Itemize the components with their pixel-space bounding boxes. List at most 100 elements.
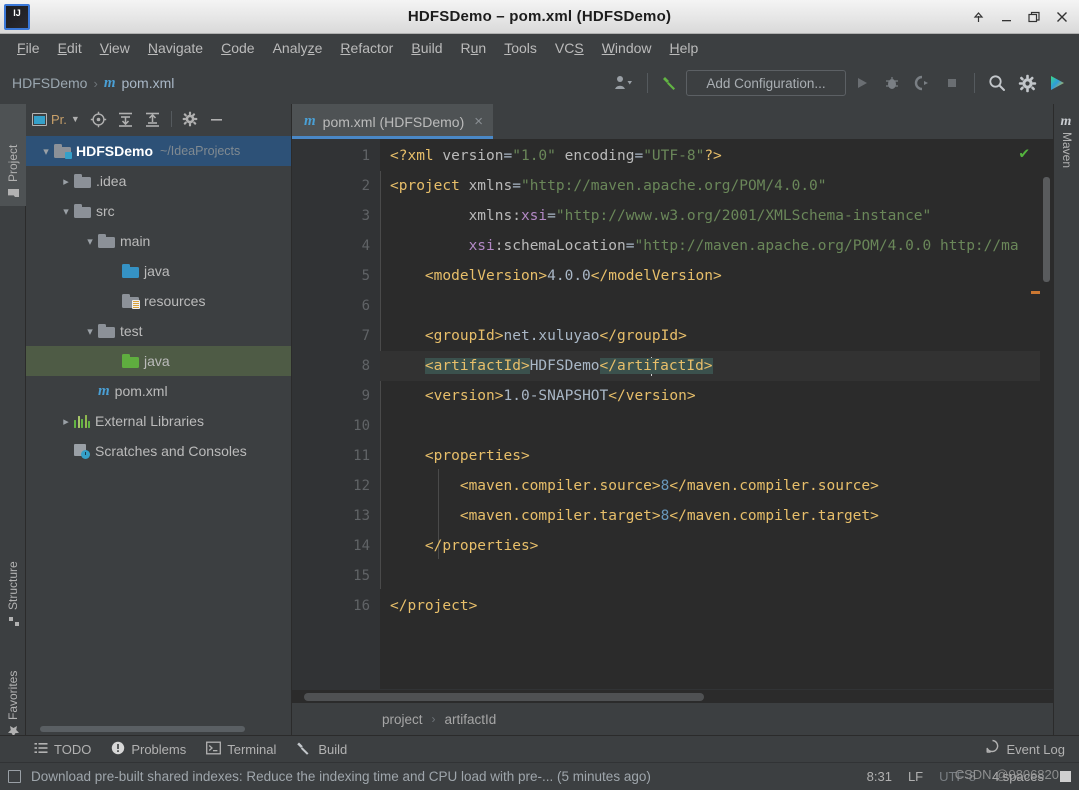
close-icon[interactable]: × <box>474 113 483 130</box>
sidebar-item-maven[interactable]: m Maven <box>1054 108 1079 200</box>
run-icon[interactable] <box>848 69 876 97</box>
toolbar-divider <box>647 73 648 93</box>
tree-label: java <box>144 263 170 279</box>
status-message[interactable]: Download pre-built shared indexes: Reduc… <box>31 769 651 784</box>
add-configuration-button[interactable]: Add Configuration... <box>686 70 846 96</box>
tree-item-idea[interactable]: ▸ .idea <box>26 166 291 196</box>
event-log-button[interactable]: Event Log <box>985 739 1065 759</box>
search-everywhere-icon[interactable] <box>983 69 1011 97</box>
scroll-from-source-icon[interactable] <box>87 107 111 131</box>
collapse-icon[interactable] <box>965 4 991 30</box>
tree-item-test[interactable]: ▾ test <box>26 316 291 346</box>
run-with-coverage-icon[interactable] <box>908 69 936 97</box>
menu-analyze[interactable]: Analyze <box>264 38 332 58</box>
error-stripe-marker[interactable] <box>1031 291 1040 294</box>
inspection-status-icon[interactable]: ✔ <box>1019 145 1029 161</box>
tree-item-hdfsdemo[interactable]: ▾ HDFSDemo ~/IdeaProjects <box>26 136 291 166</box>
menu-vcs[interactable]: VCS <box>546 38 593 58</box>
chevron-down-icon[interactable]: ▼ <box>71 114 80 124</box>
bottom-item-problems[interactable]: Problems <box>111 741 186 758</box>
unlocked-icon[interactable] <box>1060 771 1071 782</box>
chevron-right-icon[interactable]: ▸ <box>58 415 74 428</box>
minimize-icon[interactable] <box>993 4 1019 30</box>
status-indexes-icon[interactable] <box>8 770 21 783</box>
menu-code[interactable]: Code <box>212 38 263 58</box>
editor-tab-pom-xml[interactable]: m pom.xml (HDFSDemo) × <box>292 104 494 139</box>
chevron-down-icon[interactable]: ▾ <box>38 145 54 158</box>
chevron-down-icon[interactable]: ▾ <box>58 205 74 218</box>
sidebar-item-structure[interactable]: Structure <box>0 524 26 634</box>
bottom-item-todo[interactable]: TODO <box>34 741 91 758</box>
menu-run[interactable]: Run <box>452 38 496 58</box>
tree-item-test-java[interactable]: java <box>26 346 291 376</box>
expand-all-icon[interactable] <box>114 107 138 131</box>
user-dropdown-icon[interactable] <box>611 69 639 97</box>
bottom-item-build[interactable]: Build <box>296 740 347 759</box>
project-tree-horizontal-scrollbar[interactable] <box>26 722 291 735</box>
editor-horizontal-scrollbar[interactable] <box>292 689 1053 703</box>
menu-window[interactable]: Window <box>593 38 661 58</box>
project-panel-title[interactable]: Pr. ▼ <box>32 112 84 127</box>
navigation-breadcrumb: HDFSDemo › m pom.xml <box>0 75 174 92</box>
menu-help[interactable]: Help <box>661 38 708 58</box>
chevron-down-icon[interactable]: ▾ <box>82 325 98 338</box>
editor-gutter[interactable]: 1 2 3 4 5 6 7 8 9 10 11 12 13 14 15 16 <box>292 139 380 689</box>
build-hammer-icon <box>296 740 312 759</box>
project-tree[interactable]: ▾ HDFSDemo ~/IdeaProjects ▸ .idea ▾ src <box>26 134 291 722</box>
debug-icon[interactable] <box>878 69 906 97</box>
tree-item-src[interactable]: ▾ src <box>26 196 291 226</box>
code-text[interactable]: <?xml version = "1.0" encoding = "UTF-8" ?> <… <box>380 139 1053 689</box>
settings-gear-icon[interactable] <box>178 107 202 131</box>
caret-position[interactable]: 8:31 <box>867 769 892 784</box>
bottom-item-terminal[interactable]: Terminal <box>206 741 276 758</box>
close-icon[interactable] <box>1049 4 1075 30</box>
menu-navigate[interactable]: Navigate <box>139 38 212 58</box>
line-number: 6 <box>361 298 370 314</box>
sidebar-item-favorites[interactable]: Favorites <box>0 636 26 744</box>
tree-item-main[interactable]: ▾ main <box>26 226 291 256</box>
ide-features-trainer-icon[interactable] <box>1043 69 1071 97</box>
breadcrumb-file[interactable]: pom.xml <box>121 75 174 91</box>
structure-icon <box>7 615 20 628</box>
main-toolbar: HDFSDemo › m pom.xml Add Configuration..… <box>0 62 1079 104</box>
breadcrumb-project-element[interactable]: project <box>382 712 423 727</box>
event-log-icon <box>985 739 1000 759</box>
hide-panel-icon[interactable] <box>205 107 229 131</box>
menu-file[interactable]: File <box>8 38 49 58</box>
sidebar-item-project[interactable]: Project <box>0 104 26 206</box>
code-line-3: xmlns: xsi = "http://www.w3.org/2001/XMLSch… <box>390 208 932 224</box>
tree-item-pom-xml[interactable]: m pom.xml <box>26 376 291 406</box>
build-hammer-icon[interactable] <box>656 69 684 97</box>
stop-icon[interactable] <box>938 69 966 97</box>
breadcrumb-project[interactable]: HDFSDemo <box>12 75 87 91</box>
tree-item-external-libraries[interactable]: ▸ External Libraries <box>26 406 291 436</box>
line-number: 5 <box>361 268 370 284</box>
line-number: 2 <box>361 178 370 194</box>
restore-icon[interactable] <box>1021 4 1047 30</box>
menu-bar: File Edit View Navigate Code Analyze Ref… <box>0 34 1079 62</box>
collapse-all-icon[interactable] <box>141 107 165 131</box>
tree-label: HDFSDemo <box>76 143 154 159</box>
indent-setting[interactable]: 4 spaces <box>992 769 1044 784</box>
file-encoding[interactable]: UTF-8 <box>939 769 976 784</box>
test-sources-folder-icon <box>122 354 139 368</box>
menu-edit[interactable]: Edit <box>49 38 91 58</box>
menu-refactor[interactable]: Refactor <box>331 38 402 58</box>
line-number: 8 <box>361 358 370 374</box>
sidebar-label-structure: Structure <box>6 561 20 610</box>
chevron-right-icon[interactable]: ▸ <box>58 175 74 188</box>
menu-tools[interactable]: Tools <box>495 38 546 58</box>
menu-build[interactable]: Build <box>402 38 451 58</box>
tree-item-resources[interactable]: resources <box>26 286 291 316</box>
editor-vertical-scrollbar[interactable] <box>1040 139 1053 689</box>
breadcrumb-artifactid-element[interactable]: artifactId <box>445 712 497 727</box>
line-separator[interactable]: LF <box>908 769 923 784</box>
tree-item-scratches-and-consoles[interactable]: Scratches and Consoles <box>26 436 291 466</box>
tree-item-main-java[interactable]: java <box>26 256 291 286</box>
menu-view[interactable]: View <box>91 38 139 58</box>
settings-gear-icon[interactable] <box>1013 69 1041 97</box>
chevron-down-icon[interactable]: ▾ <box>82 235 98 248</box>
resources-folder-icon <box>122 294 140 309</box>
